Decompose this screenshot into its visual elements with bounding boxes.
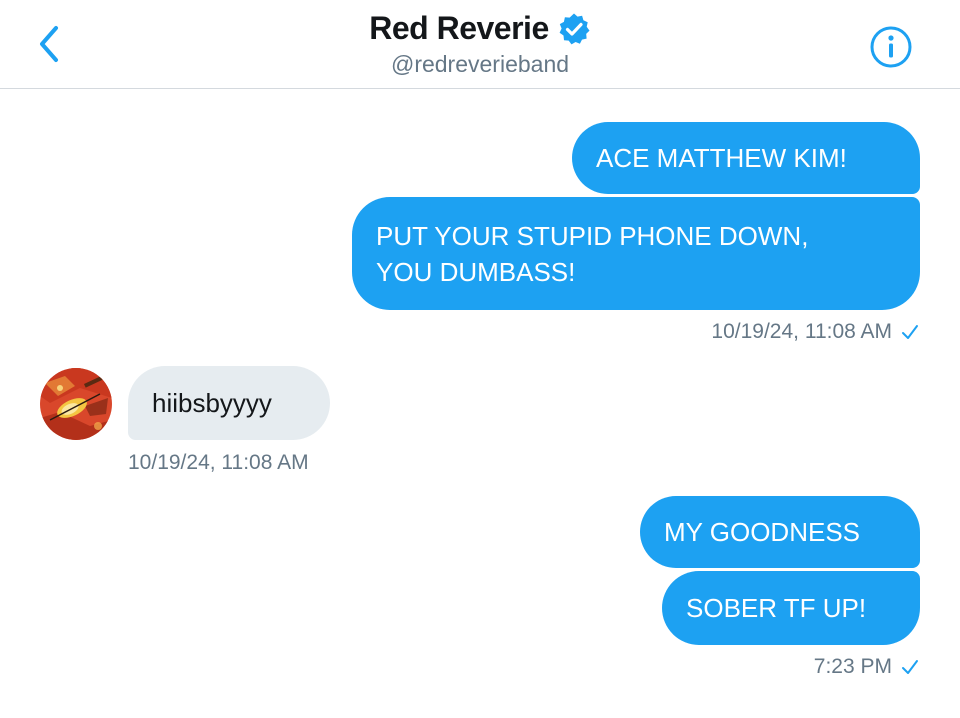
message-text: hiibsbyyyy — [152, 388, 272, 418]
incoming-message[interactable]: hiibsbyyyy — [128, 366, 330, 440]
avatar[interactable] — [40, 368, 112, 440]
guitar-avatar-icon — [40, 368, 112, 440]
timestamp-text: 7:23 PM — [813, 655, 892, 678]
outgoing-message[interactable]: ACE MATTHEW KIM! — [572, 122, 920, 194]
title-line: Red Reverie — [369, 10, 590, 47]
conversation-header: Red Reverie @redreverieband — [0, 0, 960, 89]
message-text: PUT YOUR STUPID PHONE DOWN, YOU DUMBASS! — [376, 220, 809, 287]
checkmark-icon — [902, 660, 918, 674]
checkmark-icon — [902, 325, 918, 339]
message-timestamp: 7:23 PM — [814, 655, 920, 679]
message-timestamp: 10/19/24, 11:08 AM — [711, 320, 920, 344]
outgoing-message[interactable]: MY GOODNESS — [640, 496, 920, 568]
timestamp-text: 10/19/24, 11:08 AM — [711, 320, 892, 343]
outgoing-message[interactable]: PUT YOUR STUPID PHONE DOWN, YOU DUMBASS! — [352, 197, 920, 310]
outgoing-message[interactable]: SOBER TF UP! — [662, 571, 920, 645]
conversation-handle: @redreverieband — [390, 51, 570, 77]
message-timestamp: 10/19/24, 11:08 AM — [128, 451, 309, 475]
message-text: MY GOODNESS — [664, 517, 861, 547]
verified-badge-icon — [559, 13, 590, 44]
message-text: SOBER TF UP! — [686, 593, 867, 623]
timestamp-text: 10/19/24, 11:08 AM — [128, 451, 309, 474]
message-text: ACE MATTHEW KIM! — [596, 143, 847, 173]
conversation-title: Red Reverie — [369, 10, 549, 46]
conversation-title-block[interactable]: Red Reverie @redreverieband — [0, 10, 960, 78]
info-icon — [870, 26, 912, 68]
info-button[interactable] — [866, 22, 916, 72]
